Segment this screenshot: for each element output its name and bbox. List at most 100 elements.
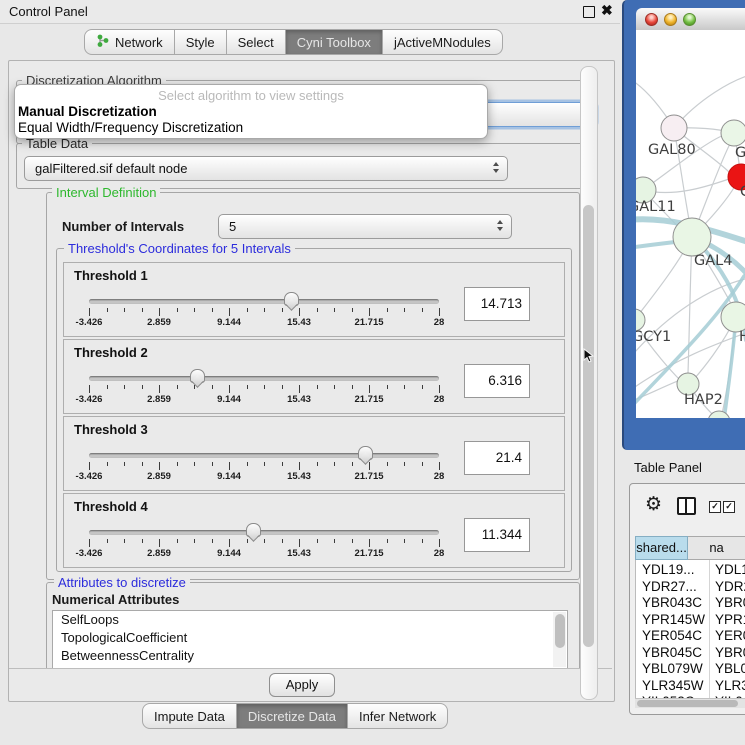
threshold-slider-track[interactable] [89,299,439,304]
table-row[interactable]: YPR145W YPR1 [636,612,745,629]
tab-discretize-data[interactable]: Discretize Data [237,703,348,729]
table-cell[interactable]: YLR345W [642,678,704,693]
thresholds-group-title: Threshold's Coordinates for 5 Intervals [64,241,295,256]
list-scrollbar[interactable] [553,612,566,667]
table-data-combobox[interactable]: galFiltered.sif default node [24,156,508,181]
algorithm-dropdown-popup: Select algorithm to view settings Manual… [14,84,488,139]
network-canvas[interactable]: GAL80GCGAL11GAL4GCY1HHAP2 [636,30,745,418]
table-cell[interactable]: YPR145W [642,612,705,627]
tab-label: Infer Network [359,709,436,724]
checkbox-icon[interactable]: ✓ [709,501,721,513]
settings-scrollbar-thumb[interactable] [583,205,594,647]
minimize-light-icon[interactable] [664,13,677,26]
table-cell[interactable]: YER0 [715,628,745,643]
threshold-slider-track[interactable] [89,453,439,458]
table-row[interactable]: YBR045C YBR0 [636,645,745,662]
tab-label: Style [186,35,215,50]
table-row[interactable]: YER054C YER0 [636,628,745,645]
table-data-combobox-value: galFiltered.sif default node [35,161,187,176]
combo-stepper-icon [493,162,499,173]
threshold-value-field[interactable]: 14.713 [464,287,530,321]
tab-label: Select [238,35,274,50]
network-node-gal4[interactable] [673,218,711,256]
list-item-topologicalcoefficient[interactable]: TopologicalCoefficient [53,629,567,647]
list-item-selfloops[interactable]: SelfLoops [53,611,567,629]
table-cell[interactable]: YDL19... [642,562,695,577]
table-cell[interactable]: YBL0 [715,661,745,676]
list-scrollbar-thumb[interactable] [555,614,565,648]
tab-label: jActiveMNodules [394,35,491,50]
attributes-group-title: Attributes to discretize [54,575,190,590]
bottom-tab-bar: Impute Data Discretize Data Infer Network [142,703,448,729]
network-icon [96,34,109,50]
popup-option-equal-width[interactable]: Equal Width/Frequency Discretization [18,120,243,135]
tab-network[interactable]: Network [84,29,175,55]
table-hscrollbar-thumb[interactable] [637,700,738,707]
control-panel-title: Control Panel [9,4,88,19]
combo-stepper-icon [497,220,503,231]
slider-tick-labels: -3.4262.8599.14415.4321.71528 [89,471,439,483]
network-node-label: C [740,184,745,200]
close-light-icon[interactable] [645,13,658,26]
tab-select[interactable]: Select [227,29,286,55]
apply-button[interactable]: Apply [269,673,335,697]
table-header-row: shared...na [635,536,745,560]
table-row[interactable]: YDR27... YDR2 [636,579,745,596]
table-cell[interactable]: YBR043C [642,595,702,610]
tab-style[interactable]: Style [175,29,227,55]
columns-icon[interactable] [677,497,696,515]
tab-impute-data[interactable]: Impute Data [142,703,237,729]
tab-infer-network[interactable]: Infer Network [348,703,448,729]
table-cell[interactable]: YDR27... [642,579,697,594]
close-icon[interactable]: ✖ [601,2,613,19]
number-of-intervals-label: Number of Intervals [62,219,184,234]
slider-ticks [89,308,439,316]
tab-label: Discretize Data [248,709,336,724]
numerical-attributes-list[interactable]: SelfLoopsTopologicalCoefficientBetweenne… [52,610,568,669]
threshold-value-field[interactable]: 21.4 [464,441,530,475]
top-tab-bar: Network Style Select Cyni Toolbox jActiveMNo… [84,29,503,55]
table-row[interactable]: YBL079W YBL0 [636,661,745,678]
column-header-na[interactable]: na [688,536,745,560]
table-row[interactable]: YDL19... YDL1 [636,562,745,579]
network-node-g[interactable] [721,120,745,146]
table-row[interactable]: YBR043C YBR0 [636,595,745,612]
threshold-value-field[interactable]: 6.316 [464,364,530,398]
slider-tick-labels: -3.4262.8599.14415.4321.71528 [89,317,439,329]
network-node-gcy1[interactable] [636,309,645,331]
threshold-label: Threshold 4 [74,499,148,514]
checkbox-icon[interactable]: ✓ [723,501,735,513]
tab-jactivemnodules[interactable]: jActiveMNodules [383,29,503,55]
table-cell[interactable]: YBL079W [642,661,703,676]
slider-ticks [89,462,439,470]
float-icon[interactable] [583,6,595,18]
network-node-gal80[interactable] [661,115,687,141]
table-panel-toolbar: ⚙ ✓ ✓ [630,484,745,534]
list-item-betweennesscentrality[interactable]: BetweennessCentrality [53,647,567,665]
popup-option-manual-discretization[interactable]: Manual Discretization [18,104,157,119]
tab-cyni-toolbox[interactable]: Cyni Toolbox [286,29,383,55]
zoom-light-icon[interactable] [683,13,696,26]
table-hscrollbar[interactable] [635,698,745,708]
slider-ticks [89,539,439,547]
gear-icon[interactable]: ⚙ [645,493,662,515]
settings-scrollbar[interactable] [580,66,598,700]
table-cell[interactable]: YBR0 [715,645,745,660]
table-rows: YDL19... YDL1 YDR27... YDR2 YBR043C YBR0 YPR14… [635,560,745,698]
table-cell[interactable]: YDR2 [715,579,745,594]
network-window-titlebar[interactable] [636,8,745,31]
number-of-intervals-value: 5 [229,219,236,234]
threshold-slider-track[interactable] [89,530,439,535]
threshold-slider-track[interactable] [89,376,439,381]
table-cell[interactable]: YPR1 [715,612,745,627]
table-row[interactable]: YLR345W YLR3 [636,678,745,695]
number-of-intervals-combobox[interactable]: 5 [218,214,512,239]
column-header-shared-[interactable]: shared... [635,536,688,560]
table-cell[interactable]: YBR0 [715,595,745,610]
table-cell[interactable]: YDL1 [715,562,745,577]
threshold-value-field[interactable]: 11.344 [464,518,530,552]
table-cell[interactable]: YBR045C [642,645,702,660]
network-node-h[interactable] [721,302,745,332]
table-cell[interactable]: YLR3 [715,678,745,693]
table-cell[interactable]: YER054C [642,628,702,643]
